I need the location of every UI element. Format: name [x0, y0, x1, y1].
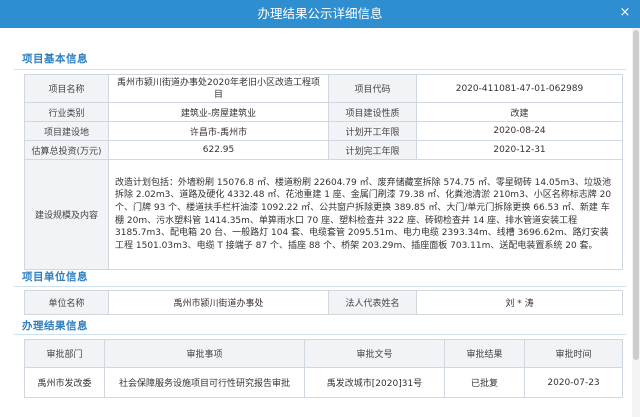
value-scale-content: 改造计划包括：外墙粉刷 15076.8 ㎡、楼道粉刷 22604.79 ㎡、废弃…	[108, 159, 623, 270]
table-header-row: 审批部门 审批事项 审批文号 审批结果 审批时间	[24, 339, 623, 368]
value-project-code: 2020-411081-47-01-062989	[416, 74, 623, 103]
value-end-date: 2020-12-31	[416, 140, 623, 160]
section-title-unit: 项目单位信息	[22, 271, 88, 283]
label-project-code: 项目代码	[328, 74, 417, 103]
vertical-scrollbar[interactable]	[632, 28, 640, 417]
label-legal-rep: 法人代表姓名	[328, 290, 417, 315]
label-scale: 建设规模及内容	[24, 159, 109, 270]
table-row: 行业类别 建筑业-房屋建筑业 项目建设性质 改建	[24, 102, 623, 122]
header-item: 审批事项	[104, 339, 305, 368]
table-row: 禹州市发改委 社会保障服务设施项目可行性研究报告审批 禹发改城市[2020]31…	[24, 367, 623, 398]
label-end-date: 计划完工年限	[328, 140, 417, 160]
header-dept: 审批部门	[24, 339, 105, 368]
label-unit-name: 单位名称	[24, 290, 109, 315]
table-row: 建设规模及内容 改造计划包括：外墙粉刷 15076.8 ㎡、楼道粉刷 22604…	[24, 159, 623, 270]
value-legal-rep: 刘 * 涛	[416, 290, 623, 315]
section-divider	[14, 334, 626, 335]
table-row: 项目建设地 许昌市-禹州市 计划开工年限 2020-08-24	[24, 121, 623, 141]
result-table: 审批部门 审批事项 审批文号 审批结果 审批时间 禹州市发改委 社会保障服务设施…	[24, 339, 623, 398]
value-investment: 622.95	[108, 140, 329, 160]
table-row: 项目名称 禹州市颍川街道办事处2020年老旧小区改造工程项目 项目代码 2020…	[24, 74, 623, 103]
section-divider	[14, 69, 626, 70]
value-unit-name: 禹州市颍川街道办事处	[108, 290, 329, 315]
label-project-name: 项目名称	[24, 74, 109, 103]
header-doc-no: 审批文号	[304, 339, 445, 368]
value-project-name: 禹州市颍川街道办事处2020年老旧小区改造工程项目	[108, 74, 329, 103]
value-construction-type: 改建	[416, 102, 623, 122]
table-row: 单位名称 禹州市颍川街道办事处 法人代表姓名 刘 * 涛	[24, 290, 623, 315]
label-industry: 行业类别	[24, 102, 109, 122]
dialog-title: 办理结果公示详细信息	[257, 6, 383, 21]
dialog-titlebar: 办理结果公示详细信息 ×	[0, 0, 640, 28]
cell-result: 已批复	[444, 367, 525, 398]
label-location: 项目建设地	[24, 121, 109, 141]
label-investment: 估算总投资(万元)	[24, 140, 109, 160]
section-title-basic: 项目基本信息	[22, 53, 88, 65]
basic-info-table: 项目名称 禹州市颍川街道办事处2020年老旧小区改造工程项目 项目代码 2020…	[24, 74, 623, 270]
value-industry: 建筑业-房屋建筑业	[108, 102, 329, 122]
table-row: 估算总投资(万元) 622.95 计划完工年限 2020-12-31	[24, 140, 623, 160]
unit-info-table: 单位名称 禹州市颍川街道办事处 法人代表姓名 刘 * 涛	[24, 290, 623, 315]
value-start-date: 2020-08-24	[416, 121, 623, 141]
cell-item: 社会保障服务设施项目可行性研究报告审批	[104, 367, 305, 398]
header-result: 审批结果	[444, 339, 525, 368]
label-start-date: 计划开工年限	[328, 121, 417, 141]
dialog-content[interactable]: 项目基本信息 项目名称 禹州市颍川街道办事处2020年老旧小区改造工程项目 项目…	[0, 28, 640, 417]
label-construction-type: 项目建设性质	[328, 102, 417, 122]
scrollbar-thumb[interactable]	[633, 30, 639, 360]
header-time: 审批时间	[524, 339, 623, 368]
cell-dept: 禹州市发改委	[24, 367, 105, 398]
cell-doc-no: 禹发改城市[2020]31号	[304, 367, 445, 398]
value-location: 许昌市-禹州市	[108, 121, 329, 141]
section-divider	[14, 286, 626, 287]
section-title-result: 办理结果信息	[22, 320, 88, 332]
cell-time: 2020-07-23	[524, 367, 623, 398]
close-icon[interactable]: ×	[616, 4, 634, 22]
